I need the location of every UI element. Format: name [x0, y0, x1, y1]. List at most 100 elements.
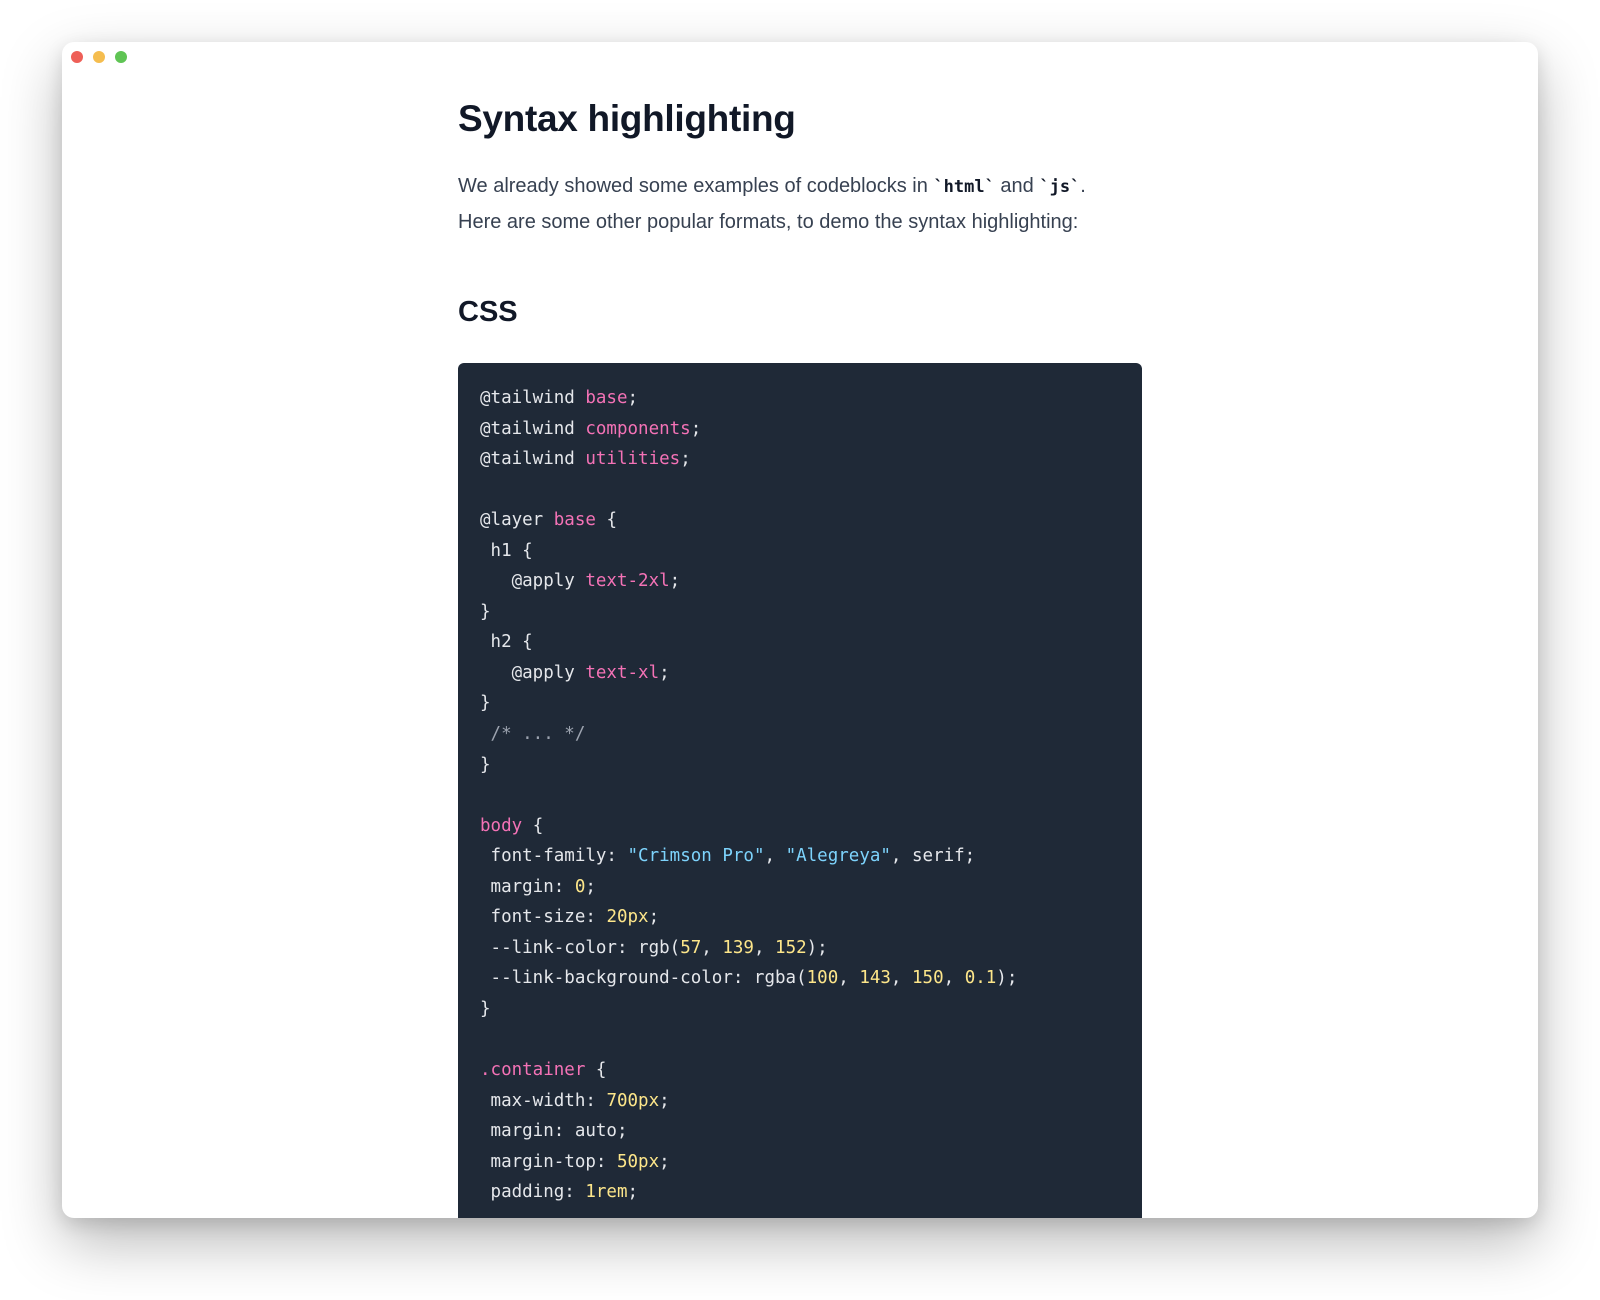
- code-token-number: 143: [859, 968, 891, 989]
- close-window-button[interactable]: [71, 51, 83, 63]
- code-token-plain: );: [806, 937, 828, 958]
- minimize-window-button[interactable]: [93, 51, 105, 63]
- code-token-keyword: .container: [480, 1060, 586, 1081]
- code-token-number: 20px: [606, 907, 649, 928]
- code-token-comment: /* ... */: [480, 724, 586, 745]
- code-token-plain: margin-top:: [480, 1151, 617, 1172]
- code-token-number: 152: [775, 937, 807, 958]
- code-token-keyword: base: [585, 388, 628, 408]
- code-token-plain: ,: [838, 968, 860, 989]
- code-token-plain: margin: auto;: [480, 1121, 628, 1142]
- code-token-plain: font-family:: [480, 846, 628, 867]
- code-line: font-size: 20px;: [480, 902, 1120, 933]
- code-line: }: [480, 994, 1120, 1025]
- code-line: @tailwind base;: [480, 383, 1120, 414]
- code-line: font-family: "Crimson Pro", "Alegreya", …: [480, 841, 1120, 872]
- code-token-plain: ;: [659, 1090, 670, 1111]
- code-token-plain: }: [480, 754, 491, 775]
- code-token-plain: ;: [680, 449, 691, 470]
- intro-text-part3: .: [1080, 175, 1086, 197]
- code-token-plain: {: [522, 815, 544, 836]
- code-line: /* ... */: [480, 719, 1120, 750]
- code-token-plain: margin:: [480, 876, 575, 897]
- code-token-plain: @tailwind: [480, 388, 586, 408]
- code-token-keyword: text-2xl: [585, 571, 670, 592]
- code-line: h1 {: [480, 536, 1120, 567]
- code-token-keyword: utilities: [585, 449, 681, 470]
- code-token-string: "Crimson Pro": [627, 846, 765, 867]
- code-token-plain: ;: [659, 1151, 670, 1172]
- code-token-plain: max-width:: [480, 1090, 607, 1111]
- code-token-plain: @apply: [480, 662, 586, 683]
- code-token-keyword: components: [585, 418, 691, 439]
- code-token-number: 100: [806, 968, 839, 989]
- code-token-plain: {: [595, 510, 617, 531]
- css-code-block[interactable]: @tailwind base; @tailwind components; @tai…: [458, 363, 1142, 1218]
- code-token-number: 50px: [616, 1151, 660, 1172]
- code-token-plain: , serif;: [890, 846, 976, 867]
- code-token-number: 139: [722, 937, 754, 958]
- code-token-number: 1rem: [585, 1182, 628, 1203]
- code-token-plain: ,: [753, 937, 776, 958]
- code-line: body {: [480, 811, 1120, 842]
- code-token-plain: ;: [648, 907, 660, 928]
- code-line: @tailwind components;: [480, 414, 1120, 445]
- code-token-number: 700px: [606, 1090, 660, 1111]
- code-token-plain: ;: [627, 1182, 639, 1203]
- code-token-plain: {: [585, 1060, 607, 1081]
- code-token-plain: ,: [943, 968, 965, 989]
- code-line: @tailwind utilities;: [480, 444, 1120, 475]
- code-line: }: [480, 688, 1120, 719]
- code-token-plain: @layer: [480, 510, 554, 531]
- code-line: @layer base {: [480, 505, 1120, 536]
- code-token-string: "Alegreya": [785, 846, 891, 867]
- maximize-window-button[interactable]: [115, 51, 127, 63]
- code-token-plain: @tailwind: [480, 418, 586, 439]
- intro-paragraph: We already showed some examples of codeb…: [458, 169, 1142, 240]
- code-token-plain: }: [480, 693, 491, 714]
- intro-text-part2: and: [994, 175, 1040, 197]
- code-token-plain: ;: [627, 388, 639, 408]
- code-token-plain: h1 {: [480, 540, 533, 561]
- code-token-keyword: body: [480, 815, 523, 836]
- code-line: padding: 1rem;: [480, 1177, 1120, 1208]
- code-line: h2 {: [480, 627, 1120, 658]
- code-line: @apply text-2xl;: [480, 566, 1120, 597]
- intro-text-line2: Here are some other popular formats, to …: [458, 211, 1079, 233]
- code-token-plain: );: [996, 968, 1018, 989]
- code-token-plain: ,: [890, 968, 912, 989]
- code-line: --link-background-color: rgba(100, 143, …: [480, 963, 1120, 994]
- code-line: margin-top: 50px;: [480, 1147, 1120, 1178]
- code-token-plain: ;: [690, 418, 702, 439]
- code-token-plain: ,: [701, 937, 723, 958]
- code-token-plain: @apply: [480, 571, 586, 592]
- inline-code-js: `js`: [1039, 177, 1081, 197]
- code-token-plain: ;: [669, 571, 681, 592]
- code-token-plain: ;: [659, 662, 670, 683]
- window-controls: [71, 51, 127, 63]
- code-token-number: 150: [912, 968, 944, 989]
- section-heading-css: CSS: [458, 296, 518, 328]
- code-line: .container {: [480, 1055, 1120, 1086]
- code-line: margin: auto;: [480, 1116, 1120, 1147]
- code-token-number: 0: [574, 876, 586, 897]
- page-title: Syntax highlighting: [458, 98, 796, 139]
- code-line: margin: 0;: [480, 872, 1120, 903]
- code-line: }: [480, 750, 1120, 781]
- intro-text-part1: We already showed some examples of codeb…: [458, 175, 934, 197]
- browser-window: Syntax highlighting We already showed so…: [62, 42, 1538, 1218]
- code-token-plain: --link-color: rgb(: [480, 937, 681, 958]
- code-line: --link-color: rgb(57, 139, 152);: [480, 933, 1120, 964]
- code-token-number: 0.1: [964, 968, 997, 989]
- code-token-plain: @tailwind: [480, 449, 586, 470]
- code-token-keyword: text-xl: [585, 662, 660, 683]
- code-token-plain: font-size:: [480, 907, 607, 928]
- article-content: Syntax highlighting We already showed so…: [458, 42, 1142, 1218]
- code-line: @apply text-xl;: [480, 658, 1120, 689]
- code-token-plain: --link-background-color: rgba(: [480, 968, 807, 989]
- code-token-keyword: base: [553, 510, 596, 531]
- code-token-plain: h2 {: [480, 632, 533, 653]
- code-token-plain: ,: [764, 846, 786, 867]
